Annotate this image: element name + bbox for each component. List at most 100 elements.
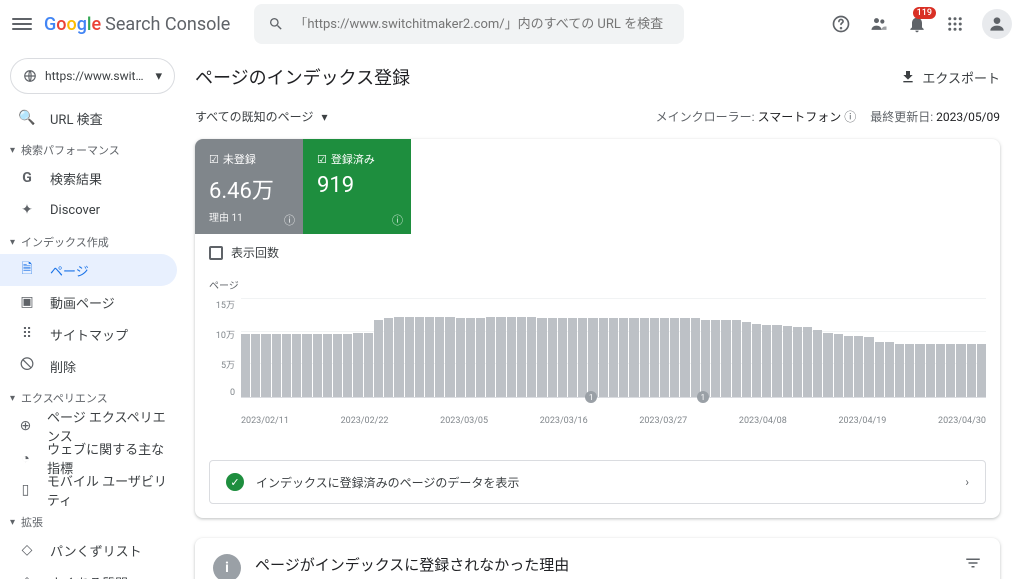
chart-marker: 1 [585, 391, 597, 403]
bar [548, 318, 557, 397]
bar [466, 318, 475, 397]
bar [599, 318, 608, 397]
google-icon: G [18, 170, 36, 186]
section-indexing[interactable]: ▾インデックス作成 [0, 226, 185, 254]
page-filter-dropdown[interactable]: すべての既知のページ ▾ [195, 108, 327, 125]
bar [609, 318, 618, 397]
property-selector[interactable]: https://www.switchi... ▾ [10, 58, 175, 94]
bar [353, 333, 362, 397]
search-input[interactable] [294, 17, 670, 32]
bar [915, 344, 924, 397]
metric-not-indexed[interactable]: ☑未登録 6.46万 理由 11 ⓘ [195, 139, 303, 234]
bar [292, 334, 301, 397]
info-icon: i [213, 554, 241, 579]
chart-ylabel: ページ [209, 277, 986, 292]
check-icon: ☑ [209, 153, 219, 166]
chart-yaxis: 15万10万5万0 [209, 298, 241, 398]
notifications-icon[interactable]: 119 [906, 13, 928, 35]
nav-discover[interactable]: ✦Discover [0, 194, 177, 226]
nav-url-inspect[interactable]: 🔍URL 検査 [0, 102, 177, 134]
chart-xaxis: 2023/02/112023/02/222023/03/052023/03/16… [241, 416, 986, 426]
globe-icon [23, 69, 37, 83]
nav-video-pages[interactable]: ▣動画ページ [0, 286, 177, 318]
bar [660, 318, 669, 397]
bar [823, 333, 832, 397]
section-performance[interactable]: ▾検索パフォーマンス [0, 134, 185, 162]
check-circle-icon: ✓ [226, 473, 244, 491]
bar [772, 325, 781, 397]
checkbox-icon [209, 246, 223, 260]
chevron-down-icon: ▾ [155, 69, 162, 84]
info-icon[interactable]: ⓘ [284, 212, 295, 228]
nav-mobile-usability[interactable]: ▯モバイル ユーザビリティ [0, 474, 177, 506]
bar [680, 318, 689, 397]
bar [926, 344, 935, 397]
help-icon[interactable] [830, 13, 852, 35]
chart-plot: 11 [241, 298, 986, 398]
help-icon[interactable]: ⓘ [844, 110, 856, 124]
bar [742, 322, 751, 397]
chevron-right-icon: › [965, 475, 969, 489]
bar [650, 318, 659, 397]
indexing-card: ☑未登録 6.46万 理由 11 ⓘ ☑登録済み 919 ⓘ 表示回数 [195, 139, 1000, 518]
bar [875, 342, 884, 397]
download-icon [900, 69, 916, 85]
nav-pages[interactable]: 🗎ページ [0, 254, 177, 286]
nav-sitemaps[interactable]: ⠿サイトマップ [0, 318, 177, 350]
bar [445, 317, 454, 397]
section-experience[interactable]: ▾エクスペリエンス [0, 382, 185, 410]
bar [752, 324, 761, 397]
breadcrumb-icon: ◇ [18, 542, 36, 558]
bar [435, 317, 444, 397]
url-inspect-search[interactable] [254, 4, 684, 44]
speed-icon: ◔ [18, 450, 33, 467]
bar [946, 344, 955, 397]
bar [415, 317, 424, 397]
bar [241, 334, 250, 397]
filter-icon[interactable] [964, 554, 982, 572]
bar [405, 317, 414, 397]
bar [343, 334, 352, 397]
nav-search-results[interactable]: G検索結果 [0, 162, 177, 194]
menu-icon[interactable] [12, 14, 32, 34]
nav-core-web-vitals[interactable]: ◔ウェブに関する主な指標 [0, 442, 177, 474]
chart-marker: 1 [697, 391, 709, 403]
sitemap-icon: ⠿ [18, 326, 36, 342]
impressions-checkbox-row[interactable]: 表示回数 [195, 234, 1000, 271]
view-indexed-data-button[interactable]: ✓ インデックスに登録済みのページのデータを表示 › [209, 460, 986, 504]
bar [813, 330, 822, 397]
page-title: ページのインデックス登録 [195, 64, 410, 90]
account-avatar[interactable] [982, 9, 1012, 39]
property-label: https://www.switchi... [45, 69, 147, 83]
bar [568, 318, 577, 397]
bar [323, 334, 332, 397]
search-icon: 🔍 [18, 110, 36, 126]
video-icon: ▣ [18, 294, 36, 310]
bar [967, 344, 976, 397]
export-button[interactable]: エクスポート [900, 68, 1000, 87]
nav-breadcrumbs[interactable]: ◇パンくずリスト [0, 534, 177, 566]
info-icon[interactable]: ⓘ [392, 212, 403, 228]
bar [670, 318, 679, 397]
nav-removals[interactable]: 🛇削除 [0, 350, 177, 382]
bar [711, 320, 720, 397]
bar [517, 317, 526, 397]
bar [619, 318, 628, 397]
remove-icon: 🛇 [18, 354, 36, 378]
chevron-down-icon: ▾ [321, 110, 327, 124]
apps-icon[interactable] [944, 13, 966, 35]
bar [732, 320, 741, 397]
bar [537, 318, 546, 397]
faq-icon: ◇ [18, 574, 36, 579]
people-icon[interactable] [868, 13, 890, 35]
nav-faq[interactable]: ◇よくある質問 [0, 566, 177, 579]
page-icon: 🗎 [18, 258, 36, 282]
section-enhance[interactable]: ▾拡張 [0, 506, 185, 534]
bar [629, 318, 638, 397]
bar [476, 318, 485, 397]
bar [844, 336, 853, 397]
nav-page-experience[interactable]: ⊕ページ エクスペリエンス [0, 410, 177, 442]
metric-indexed[interactable]: ☑登録済み 919 ⓘ [303, 139, 411, 234]
bar [854, 336, 863, 397]
bar [578, 318, 587, 397]
